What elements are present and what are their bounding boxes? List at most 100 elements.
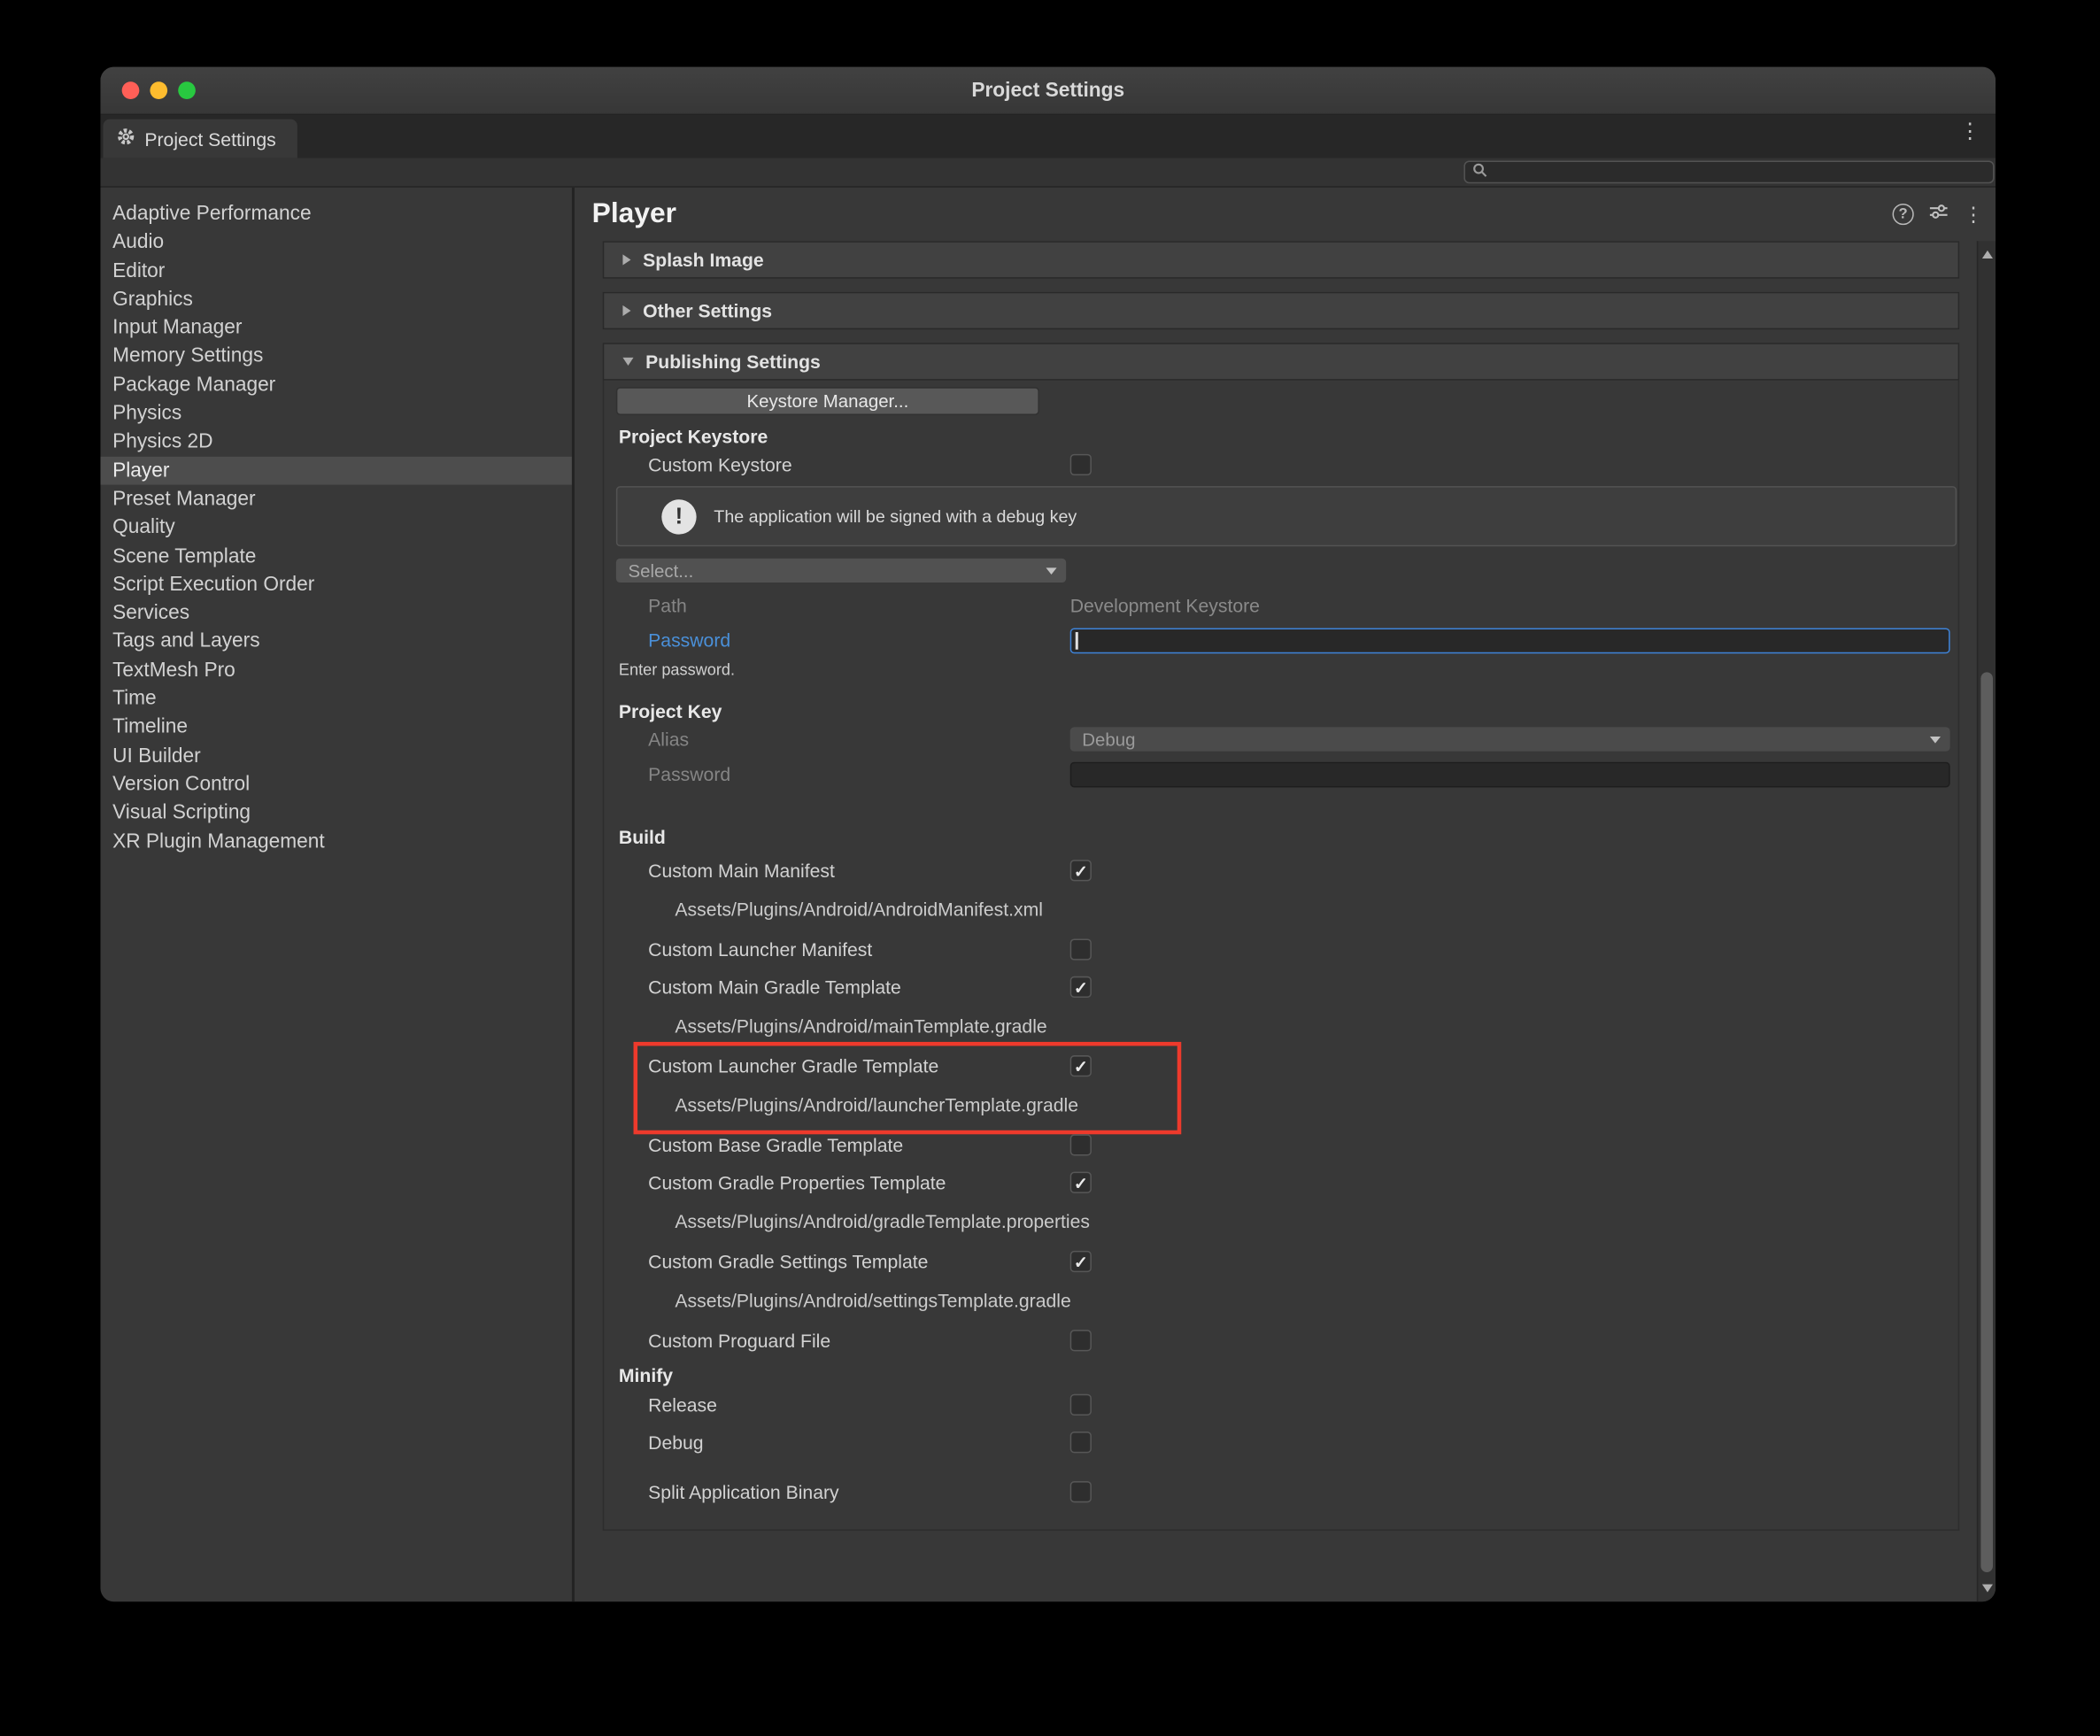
presets-icon[interactable] <box>1928 202 1949 228</box>
checkbox-row: Debug <box>604 1424 1957 1461</box>
sidebar-item-timeline[interactable]: Timeline <box>100 713 571 741</box>
password-hint: Enter password. <box>604 660 1957 679</box>
field-label: Custom Launcher Gradle Template <box>648 1055 1070 1076</box>
scrollbar-thumb[interactable] <box>1980 672 1993 1572</box>
sidebar-item-audio[interactable]: Audio <box>100 228 571 257</box>
sidebar-item-time[interactable]: Time <box>100 684 571 713</box>
debug-key-info-box: ! The application will be signed with a … <box>616 486 1957 546</box>
sidebar-item-ui-builder[interactable]: UI Builder <box>100 742 571 770</box>
checkbox-row: Custom Gradle Properties Template✓ <box>604 1164 1957 1201</box>
split-application-binary-row: Split Application Binary <box>604 1475 1957 1509</box>
field-label: Custom Launcher Manifest <box>648 938 1070 960</box>
field-label: Password <box>648 763 1070 784</box>
release-checkbox[interactable] <box>1070 1394 1092 1416</box>
sidebar-item-package-manager[interactable]: Package Manager <box>100 371 571 399</box>
desktop: Project Settings Project Settings ⋮ Adap… <box>0 0 2100 1736</box>
group-heading-minify: Minify <box>604 1365 1957 1386</box>
sidebar-item-memory-settings[interactable]: Memory Settings <box>100 342 571 370</box>
tab-project-settings[interactable]: Project Settings <box>103 120 297 158</box>
alias-row: Alias Debug <box>604 721 1957 756</box>
section-label: Other Settings <box>643 300 772 321</box>
asset-path: Assets/Plugins/Android/launcherTemplate.… <box>604 1084 1957 1126</box>
tab-bar: Project Settings ⋮ <box>100 115 1996 158</box>
panel-header: Player ? ⋮ <box>575 188 1996 242</box>
keystore-password-row: Password <box>604 622 1957 657</box>
kebab-menu-icon[interactable]: ⋮ <box>1959 122 1980 143</box>
custom-main-gradle-template-checkbox[interactable]: ✓ <box>1070 976 1092 998</box>
help-icon[interactable]: ? <box>1893 204 1914 225</box>
minimize-button[interactable] <box>150 81 167 99</box>
zoom-button[interactable] <box>178 81 196 99</box>
custom-base-gradle-template-checkbox[interactable] <box>1070 1134 1092 1155</box>
sidebar-item-preset-manager[interactable]: Preset Manager <box>100 485 571 513</box>
custom-proguard-file-checkbox[interactable] <box>1070 1330 1092 1351</box>
sidebar-item-physics-2d[interactable]: Physics 2D <box>100 428 571 456</box>
section-splash-image[interactable]: Splash Image <box>603 241 1959 278</box>
alias-dropdown[interactable]: Debug <box>1070 727 1950 751</box>
group-heading-project-keystore: Project Keystore <box>604 426 1957 447</box>
field-label: Custom Gradle Properties Template <box>648 1172 1070 1193</box>
scroll-down-icon[interactable] <box>1982 1585 1993 1593</box>
sidebar-item-player[interactable]: Player <box>100 456 571 484</box>
custom-launcher-manifest-checkbox[interactable] <box>1070 938 1092 960</box>
window-titlebar[interactable]: Project Settings <box>100 67 1996 115</box>
group-heading-project-key: Project Key <box>604 700 1957 721</box>
sidebar-item-editor[interactable]: Editor <box>100 257 571 285</box>
setting-row-release: Release <box>604 1386 1957 1424</box>
foldout-expanded-icon <box>622 358 633 366</box>
debug-checkbox[interactable] <box>1070 1431 1092 1453</box>
vertical-scrollbar[interactable] <box>1977 241 1996 1601</box>
setting-row-custom-gradle-properties-template: Custom Gradle Properties Template✓Assets… <box>604 1164 1957 1243</box>
sidebar-item-services[interactable]: Services <box>100 598 571 627</box>
sidebar-item-visual-scripting[interactable]: Visual Scripting <box>100 799 571 827</box>
close-button[interactable] <box>122 81 140 99</box>
setting-row-custom-proguard-file: Custom Proguard File <box>604 1322 1957 1359</box>
custom-gradle-properties-template-checkbox[interactable]: ✓ <box>1070 1172 1092 1193</box>
section-publishing-settings[interactable]: Publishing Settings <box>603 343 1959 380</box>
key-password-input[interactable] <box>1070 761 1950 787</box>
setting-row-custom-gradle-settings-template: Custom Gradle Settings Template✓Assets/P… <box>604 1243 1957 1322</box>
search-input[interactable] <box>1463 161 1994 184</box>
section-other-settings[interactable]: Other Settings <box>603 292 1959 329</box>
sidebar-item-input-manager[interactable]: Input Manager <box>100 313 571 342</box>
sidebar-item-physics[interactable]: Physics <box>100 399 571 428</box>
checkbox-row: Custom Main Manifest✓ <box>604 852 1957 889</box>
field-label: Path <box>648 595 1070 616</box>
sidebar-item-adaptive-performance[interactable]: Adaptive Performance <box>100 199 571 228</box>
custom-main-manifest-checkbox[interactable]: ✓ <box>1070 860 1092 881</box>
search-row <box>100 158 1996 188</box>
scroll-up-icon[interactable] <box>1982 251 1993 258</box>
group-heading-build: Build <box>604 826 1957 847</box>
field-label: Release <box>648 1394 1070 1416</box>
custom-gradle-settings-template-checkbox[interactable]: ✓ <box>1070 1251 1092 1272</box>
dropdown-value: Debug <box>1082 729 1135 750</box>
dropdown-arrow-icon <box>1930 736 1941 743</box>
field-label: Debug <box>648 1431 1070 1453</box>
more-options-icon[interactable]: ⋮ <box>1964 202 1984 226</box>
custom-keystore-row: Custom Keystore <box>604 447 1957 482</box>
setting-row-custom-main-gradle-template: Custom Main Gradle Template✓Assets/Plugi… <box>604 968 1957 1047</box>
custom-keystore-checkbox[interactable] <box>1070 454 1092 475</box>
page-title: Player <box>592 198 1893 230</box>
dropdown-value: Select... <box>628 560 693 581</box>
sidebar-item-script-execution-order[interactable]: Script Execution Order <box>100 570 571 598</box>
keystore-manager-button[interactable]: Keystore Manager... <box>616 387 1039 415</box>
traffic-lights <box>122 67 196 114</box>
keystore-select-dropdown[interactable]: Select... <box>616 559 1066 583</box>
split-application-binary-checkbox[interactable] <box>1070 1481 1092 1502</box>
sidebar-item-scene-template[interactable]: Scene Template <box>100 542 571 570</box>
sidebar-item-quality[interactable]: Quality <box>100 513 571 542</box>
custom-launcher-gradle-template-checkbox[interactable]: ✓ <box>1070 1055 1092 1076</box>
player-settings-panel: Player ? ⋮ Splash Image <box>575 188 1996 1601</box>
asset-path: Assets/Plugins/Android/AndroidManifest.x… <box>604 889 1957 930</box>
keystore-password-input[interactable] <box>1070 628 1950 653</box>
sidebar-item-graphics[interactable]: Graphics <box>100 285 571 313</box>
sidebar-item-xr-plugin-management[interactable]: XR Plugin Management <box>100 827 571 855</box>
sidebar-item-tags-and-layers[interactable]: Tags and Layers <box>100 628 571 656</box>
window-title: Project Settings <box>100 79 1996 102</box>
minify-rows: Release Debug <box>604 1386 1957 1462</box>
sidebar-item-textmesh-pro[interactable]: TextMesh Pro <box>100 656 571 684</box>
sidebar-item-version-control[interactable]: Version Control <box>100 770 571 799</box>
keystore-password-label[interactable]: Password <box>648 629 1070 651</box>
tab-label: Project Settings <box>144 127 275 149</box>
